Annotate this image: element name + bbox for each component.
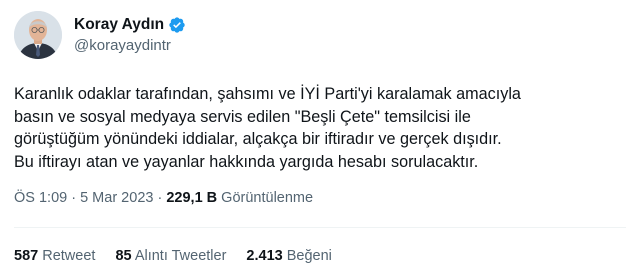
tweet-text-line: görüştüğüm yönündeki iddialar, alçakça b… <box>14 130 502 148</box>
likes-count: 2.413 <box>246 248 283 264</box>
views-label: Görüntülenme <box>221 190 314 206</box>
verified-badge-icon[interactable] <box>168 16 186 34</box>
retweets-stat[interactable]: 587 Retweet <box>14 246 95 266</box>
likes-stat[interactable]: 2.413 Beğeni <box>246 246 331 266</box>
tweet-meta: ÖS 1:09 · 5 Mar 2023 · 229,1 B Görüntüle… <box>14 188 313 208</box>
author-handle[interactable]: @korayaydintr <box>74 36 186 56</box>
views-count: 229,1 B <box>166 190 218 206</box>
tweet-header: Koray Aydın @korayaydintr <box>14 10 186 60</box>
tweet-date[interactable]: 5 Mar 2023 <box>80 190 153 206</box>
tweet-time[interactable]: ÖS 1:09 <box>14 190 67 206</box>
meta-separator: · <box>157 190 167 206</box>
retweets-count: 587 <box>14 248 39 264</box>
tweet-text-line: Bu iftirayı atan ve yayanlar hakkında ya… <box>14 152 479 171</box>
retweets-label: Retweet <box>42 248 96 264</box>
author-names: Koray Aydın @korayaydintr <box>74 14 186 56</box>
avatar[interactable] <box>14 11 62 59</box>
tweet-stats: 587 Retweet 85 Alıntı Tweetler 2.413 Beğ… <box>14 246 352 266</box>
tweet-text-line: basın ve sosyal medyaya servis edilen "B… <box>14 107 471 126</box>
author-display-name[interactable]: Koray Aydın <box>74 16 164 34</box>
meta-separator: · <box>71 190 81 206</box>
tweet-card: Koray Aydın @korayaydintr Karanlık odakl… <box>0 0 640 280</box>
quotes-label: Alıntı Tweetler <box>134 248 227 264</box>
likes-label: Beğeni <box>286 248 332 264</box>
quotes-count: 85 <box>115 248 132 264</box>
name-row: Koray Aydın <box>74 14 186 36</box>
tweet-text-line: Karanlık odaklar tarafından, şahsımı ve … <box>14 85 521 103</box>
divider <box>14 227 626 228</box>
tweet-text: Karanlık odaklar tarafından, şahsımı ve … <box>14 83 630 173</box>
quotes-stat[interactable]: 85 Alıntı Tweetler <box>115 246 226 266</box>
